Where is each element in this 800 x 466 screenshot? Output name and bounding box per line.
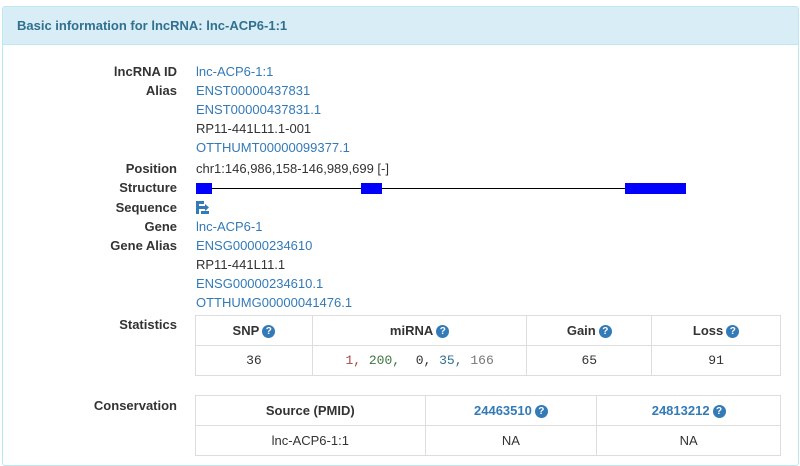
pmid-24463510-link[interactable]: 24463510 bbox=[474, 403, 532, 418]
alias-row: Alias ENST00000437831 bbox=[3, 81, 798, 100]
lncrna-id-label: lncRNA ID bbox=[113, 64, 177, 79]
loss-header: Loss? bbox=[651, 315, 781, 346]
gene-row: Gene lnc-ACP6-1 bbox=[3, 217, 798, 236]
alias-row-3: RP11-441L11.1-001 bbox=[3, 119, 798, 138]
gene-alias-row-4: OTTHUMG00000041476.1 bbox=[3, 293, 798, 312]
sequence-icon[interactable] bbox=[196, 201, 209, 217]
pmid-24813212-link[interactable]: 24813212 bbox=[652, 403, 710, 418]
structure-label: Structure bbox=[119, 180, 177, 195]
pmid-24463510-help-icon[interactable]: ? bbox=[534, 405, 548, 418]
conservation-header-row: Source (PMID) 24463510? 24813212? bbox=[195, 395, 781, 426]
gene-alias-link-ensg-version[interactable]: ENSG00000234610.1 bbox=[196, 274, 323, 293]
conservation-label: Conservation bbox=[93, 398, 177, 413]
exon-2 bbox=[361, 183, 382, 194]
mirna-value-2: 200, bbox=[368, 353, 401, 368]
panel-title: Basic information for lncRNA: lnc-ACP6-1… bbox=[3, 7, 798, 45]
conservation-table: Source (PMID) 24463510? 24813212? lnc-AC… bbox=[195, 395, 781, 456]
loss-help-icon[interactable]: ? bbox=[726, 325, 740, 338]
transcript-structure bbox=[196, 183, 686, 194]
sequence-row: Sequence bbox=[3, 198, 798, 217]
exon-1 bbox=[196, 183, 212, 194]
lncrna-id-row: lncRNA ID lnc-ACP6-1:1 bbox=[3, 62, 798, 81]
mirna-help-icon[interactable]: ? bbox=[436, 325, 450, 338]
mirna-value-4: 35, bbox=[439, 353, 463, 368]
lncrna-id-link[interactable]: lnc-ACP6-1:1 bbox=[196, 62, 273, 81]
gain-help-icon[interactable]: ? bbox=[598, 325, 612, 338]
exon-3 bbox=[625, 183, 686, 194]
basic-info-panel: Basic information for lncRNA: lnc-ACP6-1… bbox=[2, 6, 799, 466]
pmid-24813212-header: 24813212? bbox=[596, 395, 781, 426]
structure-row: Structure bbox=[3, 178, 798, 197]
mirna-value-5: 166 bbox=[470, 353, 494, 368]
gene-alias-text-rp11: RP11-441L11.1 bbox=[196, 257, 286, 272]
source-pmid-header: Source (PMID) bbox=[195, 395, 426, 426]
snp-value: 36 bbox=[195, 345, 313, 376]
conservation-value-1: NA bbox=[424, 425, 598, 456]
mirna-header: miRNA? bbox=[311, 315, 528, 346]
gene-alias-link-otthumg[interactable]: OTTHUMG00000041476.1 bbox=[196, 293, 352, 312]
alias-text-rp11: RP11-441L11.1-001 bbox=[196, 121, 312, 136]
gene-alias-link-ensg[interactable]: ENSG00000234610 bbox=[196, 236, 312, 255]
gene-alias-row: Gene Alias ENSG00000234610 bbox=[3, 236, 798, 255]
pmid-24813212-help-icon[interactable]: ? bbox=[712, 405, 726, 418]
sequence-label: Sequence bbox=[115, 200, 177, 215]
alias-link-ensembl-version[interactable]: ENST00000437831.1 bbox=[196, 100, 321, 119]
alias-link-ensembl[interactable]: ENST00000437831 bbox=[196, 81, 310, 100]
conservation-value-row: lnc-ACP6-1:1 NA NA bbox=[195, 425, 781, 456]
mirna-value-3: 0, bbox=[415, 353, 432, 368]
gene-alias-row-3: ENSG00000234610.1 bbox=[3, 274, 798, 293]
snp-help-icon[interactable]: ? bbox=[262, 325, 276, 338]
gain-header: Gain? bbox=[526, 315, 653, 346]
conservation-value-2: NA bbox=[596, 425, 781, 456]
snp-header: SNP? bbox=[195, 315, 313, 346]
pmid-24463510-header: 24463510? bbox=[424, 395, 598, 426]
gene-alias-label: Gene Alias bbox=[110, 238, 177, 253]
statistics-value-row: 36 1, 200, 0, 35, 166 65 91 bbox=[195, 345, 781, 376]
statistics-table: SNP? miRNA? Gain? Loss? 36 1, 200, 0, 35… bbox=[195, 315, 781, 376]
alias-link-otthumt[interactable]: OTTHUMT00000099377.1 bbox=[196, 138, 350, 157]
gain-value: 65 bbox=[526, 345, 653, 376]
gene-label: Gene bbox=[144, 219, 177, 234]
alias-row-4: OTTHUMT00000099377.1 bbox=[3, 138, 798, 157]
gene-alias-row-2: RP11-441L11.1 bbox=[3, 255, 798, 274]
statistics-label: Statistics bbox=[119, 317, 177, 332]
position-row: Position chr1:146,986,158-146,989,699 [-… bbox=[3, 159, 798, 178]
statistics-header-row: SNP? miRNA? Gain? Loss? bbox=[195, 315, 781, 346]
alias-label: Alias bbox=[145, 83, 177, 98]
conservation-lncrna-id: lnc-ACP6-1:1 bbox=[195, 425, 426, 456]
gene-link[interactable]: lnc-ACP6-1 bbox=[196, 217, 262, 236]
mirna-value-1: 1, bbox=[345, 353, 362, 368]
position-label: Position bbox=[125, 161, 177, 176]
loss-value: 91 bbox=[651, 345, 781, 376]
intron-line bbox=[196, 188, 686, 189]
position-value: chr1:146,986,158-146,989,699 [-] bbox=[196, 161, 389, 176]
alias-row-2: ENST00000437831.1 bbox=[3, 100, 798, 119]
mirna-values: 1, 200, 0, 35, 166 bbox=[311, 345, 528, 376]
